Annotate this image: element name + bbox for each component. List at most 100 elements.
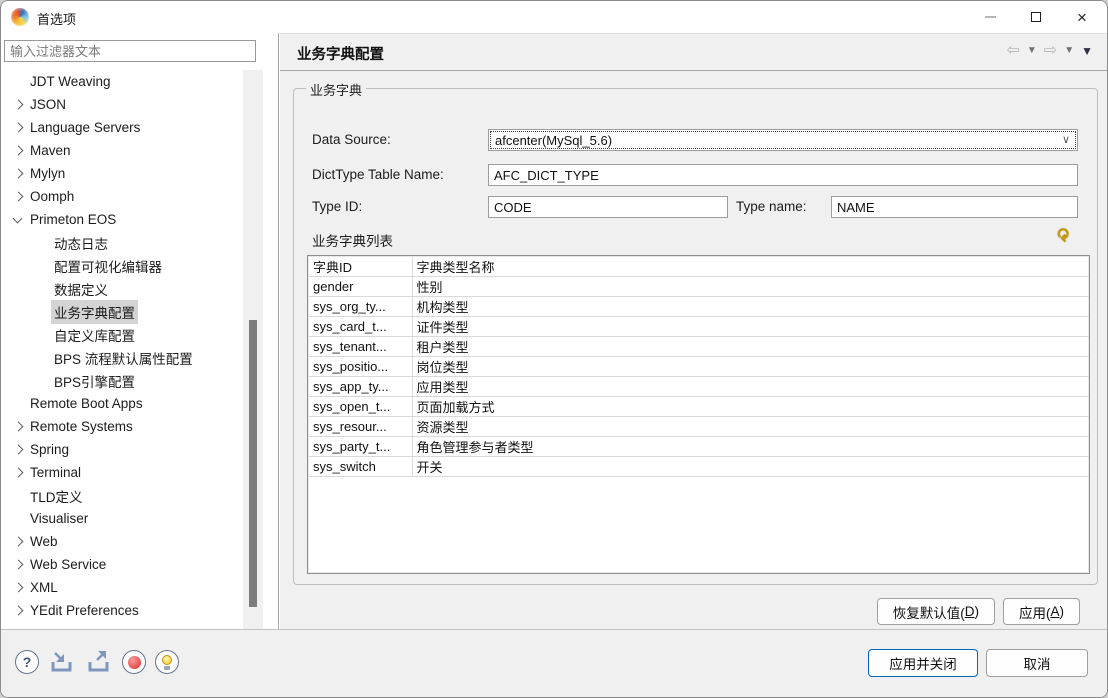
type-id-input[interactable]: CODE (488, 196, 728, 218)
table-cell: sys_resour... (309, 417, 412, 437)
chevron-right-icon[interactable] (11, 166, 27, 182)
sidebar-item[interactable]: Visualiser (1, 507, 256, 530)
chevron-right-icon[interactable] (11, 120, 27, 136)
chevron-right-icon[interactable] (11, 465, 27, 481)
table-row[interactable]: sys_app_ty...应用类型 (309, 377, 1090, 397)
chevron-right-icon[interactable] (11, 557, 27, 573)
refresh-icon[interactable]: ⟳ (1052, 228, 1072, 242)
type-id-value: CODE (494, 200, 532, 215)
table-row[interactable]: sys_open_t...页面加载方式 (309, 397, 1090, 417)
record-icon (128, 656, 141, 669)
back-icon[interactable]: ⇦ (1006, 43, 1019, 59)
sidebar-item[interactable]: 数据定义 (1, 277, 256, 300)
maximize-button[interactable] (1013, 1, 1059, 33)
chevron-down-icon[interactable]: ∨ (1062, 133, 1070, 146)
sidebar-item-label: Remote Systems (27, 417, 136, 436)
sidebar-item[interactable]: Primeton EOS (1, 208, 256, 231)
chevron-right-icon[interactable] (11, 143, 27, 159)
close-button[interactable]: × (1059, 1, 1105, 33)
table-cell: sys_open_t... (309, 397, 412, 417)
sidebar-item[interactable]: Mylyn (1, 162, 256, 185)
apply-button[interactable]: 应用(A) (1003, 598, 1080, 625)
dict-table-input[interactable]: AFC_DICT_TYPE (488, 164, 1078, 186)
table-row[interactable]: sys_org_ty...机构类型 (309, 297, 1090, 317)
sidebar-item-label: TLD定义 (27, 484, 86, 508)
sidebar-item[interactable]: Language Servers (1, 116, 256, 139)
sidebar-item[interactable]: 动态日志 (1, 231, 256, 254)
sidebar-item[interactable]: Web Service (1, 553, 256, 576)
table-cell: sys_positio... (309, 357, 412, 377)
sidebar-item[interactable]: Remote Systems (1, 415, 256, 438)
sidebar-item[interactable]: YEdit Preferences (1, 599, 256, 622)
chevron-right-icon[interactable] (11, 419, 27, 435)
table-row[interactable]: sys_switch开关 (309, 457, 1090, 477)
column-header[interactable]: 字典类型名称 (412, 257, 1090, 277)
sidebar-item-label: Spring (27, 440, 72, 459)
chevron-right-icon[interactable] (11, 97, 27, 113)
sidebar-item-label: 业务字典配置 (51, 300, 138, 324)
table-row[interactable]: sys_resour...资源类型 (309, 417, 1090, 437)
chevron-right-icon[interactable] (11, 442, 27, 458)
sidebar-item-label: 动态日志 (51, 231, 111, 255)
apply-and-close-button[interactable]: 应用并关闭 (868, 649, 978, 677)
chevron-right-icon[interactable] (11, 534, 27, 550)
help-button[interactable]: ? (15, 650, 39, 674)
chevron-right-icon[interactable] (11, 189, 27, 205)
sidebar-item-label: Remote Boot Apps (27, 394, 146, 413)
sidebar-scrollbar[interactable] (243, 70, 263, 629)
column-header[interactable]: 字典ID (309, 257, 412, 277)
chevron-placeholder (11, 396, 27, 412)
forward-icon[interactable]: ⇨ (1044, 43, 1057, 59)
chevron-right-icon[interactable] (11, 580, 27, 596)
table-row[interactable]: sys_party_t...角色管理参与者类型 (309, 437, 1090, 457)
sidebar-item[interactable]: JDT Weaving (1, 70, 256, 93)
content-panel: 业务字典配置 ⇦ ▼ ⇨ ▼ ▼ 业务字典 Data Source: afcen… (280, 33, 1107, 629)
minimize-icon (985, 16, 996, 18)
table-cell: sys_party_t... (309, 437, 412, 457)
filter-input[interactable] (4, 40, 256, 62)
data-source-select[interactable]: afcenter(MySql_5.6) ∨ (488, 129, 1078, 151)
sidebar-item[interactable]: BPS引擎配置 (1, 369, 256, 392)
sidebar-item[interactable]: Remote Boot Apps (1, 392, 256, 415)
table-row[interactable]: sys_tenant...租户类型 (309, 337, 1090, 357)
chevron-down-icon[interactable] (11, 212, 27, 228)
sidebar-item[interactable]: BPS 流程默认属性配置 (1, 346, 256, 369)
minimize-button[interactable] (967, 1, 1013, 33)
sidebar-item[interactable]: Terminal (1, 461, 256, 484)
sidebar-item[interactable]: Web (1, 530, 256, 553)
chevron-right-icon[interactable] (11, 603, 27, 619)
table-row[interactable]: gender性别 (309, 277, 1090, 297)
window-controls: × (967, 1, 1105, 33)
sidebar-item[interactable]: 配置可视化编辑器 (1, 254, 256, 277)
table-row[interactable]: sys_card_t...证件类型 (309, 317, 1090, 337)
window-title: 首选项 (37, 9, 76, 28)
back-dropdown-icon[interactable]: ▼ (1027, 46, 1037, 56)
footer-icons: ? (15, 650, 179, 674)
type-name-input[interactable]: NAME (831, 196, 1078, 218)
sidebar-item[interactable]: 业务字典配置 (1, 300, 256, 323)
restore-mnemonic: D (965, 604, 975, 619)
import-preferences-icon[interactable] (48, 650, 76, 674)
sidebar-scrollbar-thumb[interactable] (249, 320, 257, 607)
chevron-placeholder (35, 258, 51, 274)
sidebar-item[interactable]: TLD定义 (1, 484, 256, 507)
export-preferences-icon[interactable] (85, 650, 113, 674)
view-menu-icon[interactable]: ▼ (1081, 45, 1093, 57)
tips-button[interactable] (155, 650, 179, 674)
help-icon: ? (23, 654, 32, 670)
forward-dropdown-icon[interactable]: ▼ (1064, 46, 1074, 56)
record-button[interactable] (122, 650, 146, 674)
sidebar-item-label: XML (27, 578, 61, 597)
sidebar-item[interactable]: JSON (1, 93, 256, 116)
table-row[interactable]: sys_positio...岗位类型 (309, 357, 1090, 377)
preferences-window: 首选项 × JDT WeavingJSONLanguage ServersMav… (0, 0, 1108, 698)
type-name-label: Type name: (736, 199, 807, 214)
sidebar-item[interactable]: Spring (1, 438, 256, 461)
table-cell: 开关 (412, 457, 1090, 477)
cancel-button[interactable]: 取消 (986, 649, 1088, 677)
sidebar-item[interactable]: XML (1, 576, 256, 599)
sidebar-item[interactable]: Maven (1, 139, 256, 162)
restore-defaults-button[interactable]: 恢复默认值(D) (877, 598, 995, 625)
sidebar-item[interactable]: Oomph (1, 185, 256, 208)
sidebar-item[interactable]: 自定义库配置 (1, 323, 256, 346)
